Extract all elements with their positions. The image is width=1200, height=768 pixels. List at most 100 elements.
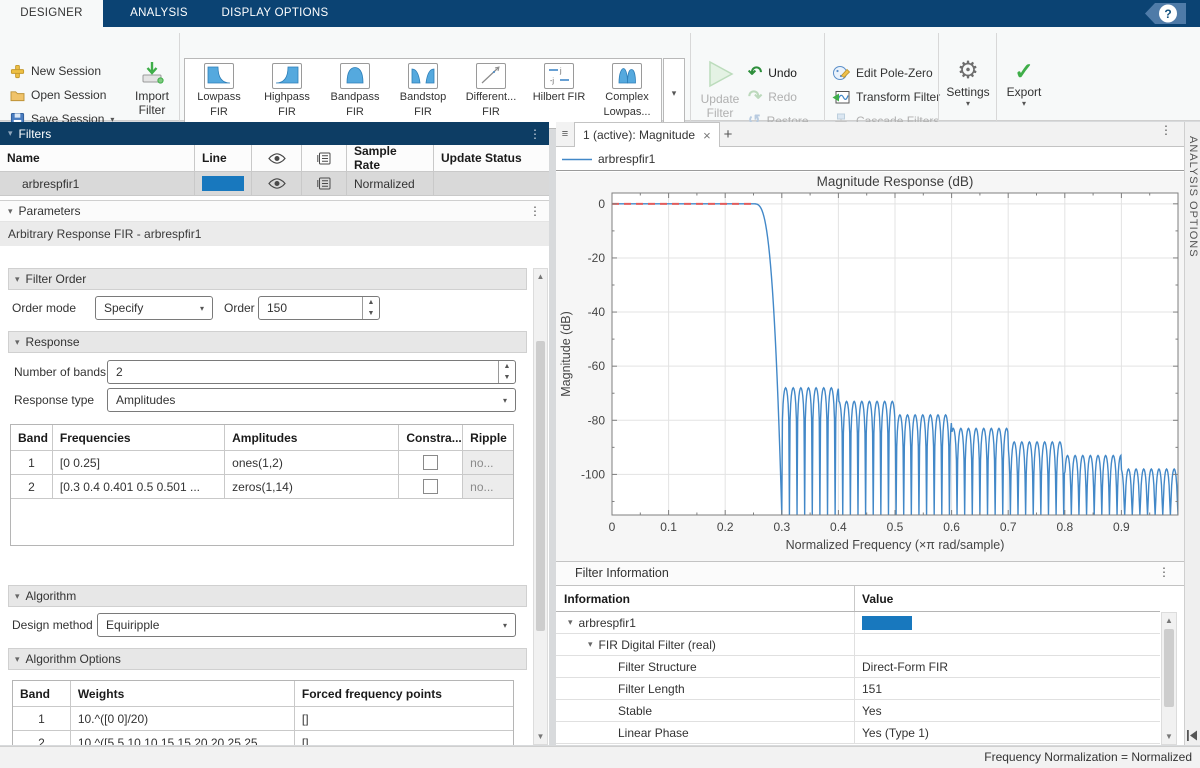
band-cell[interactable]: 2: [13, 731, 71, 745]
export-button[interactable]: ✓ Export ▾: [998, 57, 1050, 125]
close-icon[interactable]: ×: [703, 128, 711, 143]
band-cell[interactable]: 2: [11, 475, 53, 499]
design-method-combo[interactable]: Equiripple ▾: [97, 613, 516, 637]
spin-up-icon[interactable]: ▲: [499, 361, 515, 372]
magnitude-tab[interactable]: 1 (active): Magnitude ×: [574, 122, 720, 147]
scroll-up-icon[interactable]: ▲: [1162, 616, 1176, 625]
spin-down-icon[interactable]: ▼: [499, 372, 515, 383]
analysis-options-strip[interactable]: ANALYSIS OPTIONS: [1184, 122, 1200, 745]
dock-button[interactable]: [1186, 729, 1198, 745]
filter-row-arbrespfir1[interactable]: arbrespfir1 Normalized: [0, 172, 549, 196]
col-amplitudes[interactable]: Amplitudes: [225, 425, 399, 451]
order-spinner[interactable]: 150 ▲▼: [258, 296, 380, 320]
collapse-triangle-icon[interactable]: ▾: [568, 617, 573, 628]
info-row-linear-phase[interactable]: Linear Phase Yes (Type 1): [556, 722, 1160, 744]
col-visibility[interactable]: [252, 145, 302, 172]
tab-designer[interactable]: DESIGNER: [0, 0, 103, 27]
plot-tabbar-menu-icon[interactable]: ⋮: [1160, 123, 1172, 137]
collapse-triangle-icon[interactable]: ▾: [8, 206, 13, 217]
constraint-checkbox[interactable]: [423, 455, 438, 470]
edit-pole-zero-button[interactable]: Edit Pole-Zero: [832, 63, 933, 83]
update-filter-button[interactable]: Update Filter: [694, 59, 746, 127]
new-session-button[interactable]: New Session: [10, 61, 101, 81]
tab-analysis[interactable]: ANALYSIS: [103, 0, 215, 27]
tab-list-icon[interactable]: ≡: [556, 122, 575, 146]
gallery-lowpass-fir[interactable]: Lowpass FIR: [185, 63, 253, 125]
col-name[interactable]: Name: [0, 145, 195, 172]
ripple-cell[interactable]: no...: [463, 475, 513, 499]
scroll-up-icon[interactable]: ▲: [534, 272, 547, 281]
info-row-filter-length[interactable]: Filter Length 151: [556, 678, 1160, 700]
options-row-2[interactable]: 2 10.^([5 5 10 10 15 15 20 20 25 25 ... …: [13, 731, 513, 745]
gallery-expand-button[interactable]: ▾: [663, 58, 685, 129]
col-line[interactable]: Line: [195, 145, 252, 172]
settings-button[interactable]: ⚙ Settings ▾: [942, 57, 994, 125]
filter-order-section-bar[interactable]: ▾ Filter Order: [8, 268, 527, 290]
constraint-checkbox[interactable]: [423, 479, 438, 494]
band-cell[interactable]: 1: [11, 451, 53, 475]
options-row-1[interactable]: 1 10.^([0 0]/20) []: [13, 707, 513, 731]
col-band[interactable]: Band: [11, 425, 53, 451]
gallery-bandstop-fir[interactable]: Bandstop FIR: [389, 63, 457, 125]
col-sample-rate[interactable]: Sample Rate: [347, 145, 434, 172]
filter-info-menu-icon[interactable]: ⋮: [1158, 565, 1170, 579]
col-forced-points[interactable]: Forced frequency points: [295, 681, 513, 707]
col-band[interactable]: Band: [13, 681, 71, 707]
info-row-filter[interactable]: ▾ arbrespfir1: [556, 612, 1160, 634]
undo-button[interactable]: ↶ Undo: [748, 63, 797, 83]
frequencies-cell[interactable]: [0 0.25]: [53, 451, 225, 475]
help-button[interactable]: ?: [1144, 2, 1186, 25]
scroll-down-icon[interactable]: ▼: [534, 732, 547, 741]
col-constraints[interactable]: Constra...: [399, 425, 463, 451]
response-type-combo[interactable]: Amplitudes ▾: [107, 388, 516, 412]
band-row-2[interactable]: 2 [0.3 0.4 0.401 0.5 0.501 ... zeros(1,1…: [11, 475, 513, 499]
spin-down-icon[interactable]: ▼: [363, 308, 379, 319]
col-frequencies[interactable]: Frequencies: [53, 425, 225, 451]
filter-update-status-cell[interactable]: [434, 172, 549, 196]
filter-info-scrollbar[interactable]: ▲ ▼: [1161, 612, 1177, 745]
parameters-menu-icon[interactable]: ⋮: [529, 204, 541, 218]
algorithm-options-section-bar[interactable]: ▾ Algorithm Options: [8, 648, 527, 670]
filter-line-cell[interactable]: [195, 172, 252, 196]
filter-sample-rate-cell[interactable]: Normalized: [347, 172, 434, 196]
spin-up-icon[interactable]: ▲: [363, 297, 379, 308]
gallery-hilbert-fir[interactable]: j-j Hilbert FIR: [525, 63, 593, 125]
redo-button[interactable]: ↷ Redo: [748, 87, 797, 107]
filters-menu-icon[interactable]: ⋮: [529, 127, 541, 141]
col-ripple[interactable]: Ripple: [463, 425, 513, 451]
collapse-triangle-icon[interactable]: ▾: [8, 128, 13, 139]
amplitudes-cell[interactable]: zeros(1,14): [225, 475, 399, 499]
gallery-differentiator-fir[interactable]: Different... FIR: [457, 63, 525, 125]
info-row-filter-structure[interactable]: Filter Structure Direct-Form FIR: [556, 656, 1160, 678]
filter-visibility-cell[interactable]: [252, 172, 302, 196]
scrollbar-thumb[interactable]: [1164, 629, 1174, 707]
order-mode-combo[interactable]: Specify ▾: [95, 296, 213, 320]
scroll-down-icon[interactable]: ▼: [1162, 732, 1176, 741]
line-color-swatch[interactable]: [202, 176, 244, 191]
band-cell[interactable]: 1: [13, 707, 71, 731]
filter-annotation-cell[interactable]: [302, 172, 347, 196]
algorithm-section-bar[interactable]: ▾ Algorithm: [8, 585, 527, 607]
gallery-highpass-fir[interactable]: Highpass FIR: [253, 63, 321, 125]
collapse-triangle-icon[interactable]: ▾: [588, 639, 593, 650]
spinner-buttons[interactable]: ▲▼: [498, 361, 515, 383]
gallery-bandpass-fir[interactable]: Bandpass FIR: [321, 63, 389, 125]
forced-points-cell[interactable]: []: [295, 707, 513, 731]
weights-cell[interactable]: 10.^([5 5 10 10 15 15 20 20 25 25 ...: [71, 731, 295, 745]
col-weights[interactable]: Weights: [71, 681, 295, 707]
parameters-scrollbar[interactable]: ▲ ▼: [533, 268, 548, 745]
info-row-stable[interactable]: Stable Yes: [556, 700, 1160, 722]
transform-filter-button[interactable]: Transform Filter: [832, 87, 940, 107]
constraints-cell[interactable]: [399, 475, 463, 499]
new-tab-button[interactable]: +: [716, 123, 740, 147]
band-row-1[interactable]: 1 [0 0.25] ones(1,2) no...: [11, 451, 513, 475]
import-filter-button[interactable]: Import Filter: [126, 59, 178, 127]
scrollbar-thumb[interactable]: [536, 341, 545, 631]
response-section-bar[interactable]: ▾ Response: [8, 331, 527, 353]
col-information[interactable]: Information: [556, 586, 855, 611]
gallery-complex-lowpass[interactable]: Complex Lowpas...: [593, 63, 661, 125]
info-row-structure-group[interactable]: ▾ FIR Digital Filter (real): [556, 634, 1160, 656]
weights-cell[interactable]: 10.^([0 0]/20): [71, 707, 295, 731]
tab-display-options[interactable]: DISPLAY OPTIONS: [215, 0, 335, 27]
open-session-button[interactable]: Open Session: [10, 85, 106, 105]
